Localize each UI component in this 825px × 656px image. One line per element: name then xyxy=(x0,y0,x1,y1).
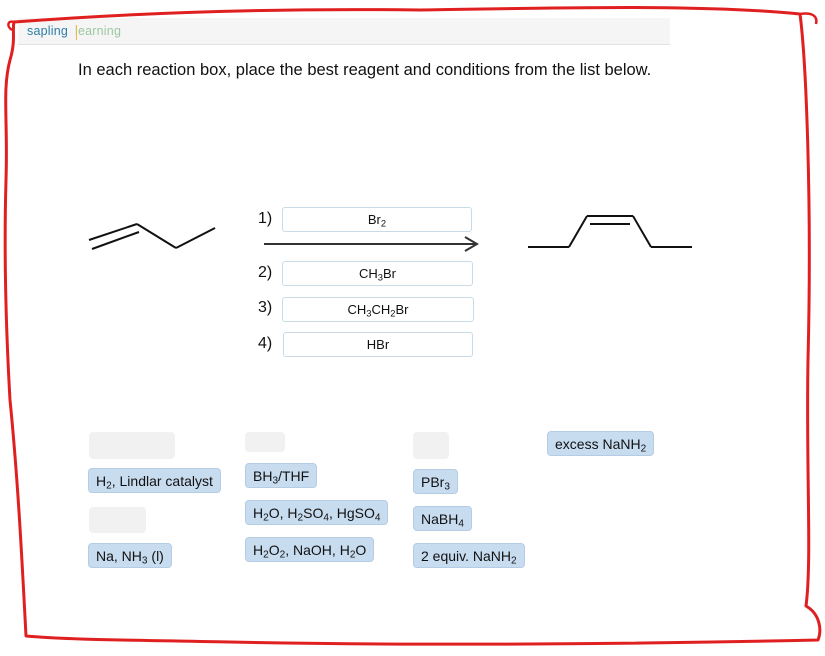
header-bar: sapling learning xyxy=(18,18,670,45)
reaction-slot-3[interactable]: CH3CH2Br xyxy=(282,297,474,322)
reagent-chip-h2o2-naoh[interactable]: H2O2, NaOH, H2O xyxy=(245,537,375,562)
step-number-4: 4) xyxy=(258,335,273,352)
reaction-slot-4-reagent: HBr xyxy=(366,337,390,352)
reagent-chip-lindlar[interactable]: H2, Lindlar catalyst xyxy=(88,468,221,493)
starting-material-structure xyxy=(88,223,216,250)
empty-bank-slot xyxy=(413,432,449,459)
step-number-1: 1) xyxy=(258,210,273,227)
logo-text-sapling: sapling xyxy=(27,24,69,38)
reaction-slot-3-reagent: CH3CH2Br xyxy=(347,302,409,319)
reagent-chip-nabh4[interactable]: NaBH4 xyxy=(413,506,472,531)
logo-divider xyxy=(76,25,77,40)
instructions-text: In each reaction box, place the best rea… xyxy=(78,61,652,79)
empty-bank-slot xyxy=(89,432,175,459)
step-number-2: 2) xyxy=(258,264,273,281)
empty-bank-slot xyxy=(245,432,285,452)
reagent-chip-hgso4[interactable]: H2O, H2SO4, HgSO4 xyxy=(245,500,389,525)
reagent-chip-2-equiv-nanh2[interactable]: 2 equiv. NaNH2 xyxy=(413,543,525,568)
reaction-slot-2-reagent: CH3Br xyxy=(359,266,396,283)
logo-text-learning: learning xyxy=(75,24,122,38)
reagent-chip-excess-nanh2[interactable]: excess NaNH2 xyxy=(547,431,655,456)
reagent-chip-na-nh3[interactable]: Na, NH3 (l) xyxy=(88,543,172,568)
reagent-chip-bh3-thf[interactable]: BH3/THF xyxy=(245,463,318,488)
reaction-arrow xyxy=(264,236,479,252)
reaction-slot-1[interactable]: Br2 xyxy=(282,207,472,232)
step-number-3: 3) xyxy=(258,299,273,316)
reaction-slot-4[interactable]: HBr xyxy=(283,332,473,357)
reagent-chip-pbr3[interactable]: PBr3 xyxy=(413,469,458,494)
product-structure xyxy=(528,215,692,248)
reaction-slot-1-reagent: Br2 xyxy=(367,212,387,229)
empty-bank-slot xyxy=(89,507,146,533)
reaction-slot-2[interactable]: CH3Br xyxy=(282,261,473,286)
sapling-learning-logo: sapling learning xyxy=(27,24,122,40)
